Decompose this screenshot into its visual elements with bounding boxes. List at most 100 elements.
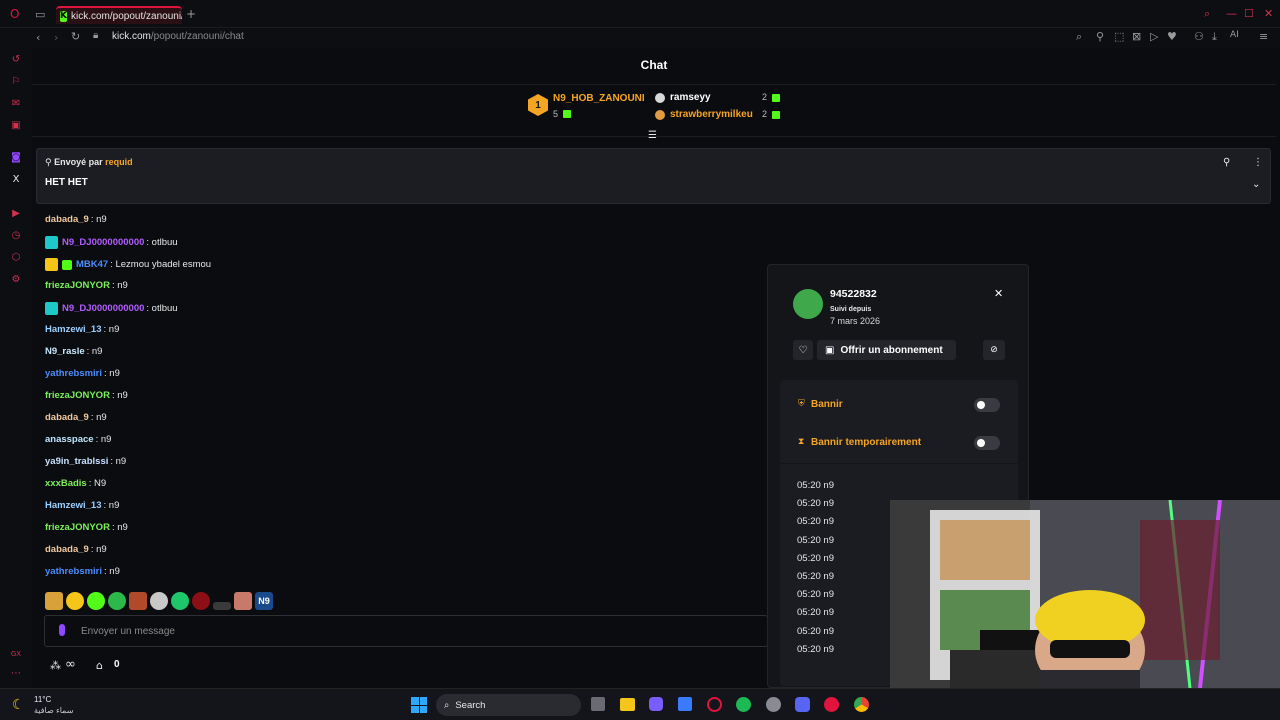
chat-username[interactable]: dabada_9 [45,214,89,225]
adblock-icon[interactable]: ⊠ [1132,31,1141,42]
player-icon[interactable]: ▷ [1150,31,1158,42]
maximize-icon[interactable]: ☐ [1244,8,1254,19]
chat-username[interactable]: Hamzewi_13 [45,500,102,511]
copilot-icon[interactable] [649,697,663,711]
expand-pinned-icon[interactable]: ⌄ [1252,179,1260,190]
spotify-icon[interactable] [736,697,751,712]
extensions-icon[interactable]: ⬡ [10,252,22,264]
emote-icon[interactable] [213,602,231,610]
mute-button[interactable]: ⊘ [983,340,1005,360]
pin-icon[interactable]: ⚲ [1096,31,1104,42]
streamer-webcam [890,500,1280,688]
emote-icon[interactable] [234,592,252,610]
chat-message-text: : otlbuu [146,237,178,248]
menu-icon[interactable]: ≡ [1259,31,1268,42]
user-card-username[interactable]: 94522832 [830,288,877,300]
chat-username[interactable]: friezaJONYOR [45,390,110,401]
file-explorer-icon[interactable] [620,698,635,711]
task-view-icon[interactable] [591,697,605,711]
emote-icon[interactable] [45,592,63,610]
history-icon[interactable]: ↺ [10,54,22,66]
clock-icon[interactable]: ◷ [10,230,22,242]
chat-username[interactable]: N9_rasle [45,346,85,357]
opera-gx-icon[interactable] [707,697,722,712]
store-app-icon[interactable] [678,697,692,711]
heart-icon[interactable]: ♥ [1167,31,1177,42]
start-button[interactable] [411,697,427,713]
chat-username[interactable]: MBK47 [76,259,108,270]
new-tab-button[interactable]: + [186,8,196,20]
chat-username[interactable]: anasspace [45,434,94,445]
url-field[interactable]: kick.com/popout/zanouni/chat [112,31,244,42]
emote-n9[interactable]: N9 [255,592,273,610]
opera-logo-icon[interactable]: O [10,8,19,20]
zoom-icon[interactable]: ⌕ [1076,31,1082,42]
chrome-icon[interactable] [854,697,869,712]
profile-icon[interactable]: ⚇ [1194,31,1204,42]
forward-icon[interactable]: › [54,32,58,43]
settings-app-icon[interactable] [766,697,781,712]
more-icon[interactable]: ⋯ [10,668,22,680]
gx-icon[interactable]: GX [10,648,22,660]
opera-icon[interactable] [824,697,839,712]
emote-icon[interactable] [150,592,168,610]
snapshot-icon[interactable]: ⬚ [1114,31,1124,42]
message-input[interactable] [81,616,761,646]
minimize-icon[interactable]: — [1226,8,1237,19]
chat-message-text: : otlbuu [146,303,178,314]
emote-icon[interactable] [108,592,126,610]
chat-username[interactable]: N9_DJ0000000000 [62,237,144,248]
emote-icon[interactable] [171,592,189,610]
third-gifter-name[interactable]: strawberrymilkeu [670,109,753,120]
ban-toggle[interactable] [974,398,1000,412]
gift-sub-button[interactable]: ▣ Offrir un abonnement [817,340,956,360]
aria-icon[interactable]: ⚐ [10,76,22,88]
chat-username[interactable]: N9_DJ0000000000 [62,303,144,314]
close-card-icon[interactable]: ✕ [994,287,1003,300]
player-sidebar-icon[interactable]: ▶ [10,208,22,220]
chat-username[interactable]: dabada_9 [45,412,89,423]
emote-icon[interactable] [129,592,147,610]
second-gifter-name[interactable]: ramseyy [670,92,711,103]
history-message: 05:20 n9 [797,589,834,601]
emote-icon[interactable] [192,592,210,610]
unpin-icon[interactable]: ⚲ [1223,157,1230,168]
follow-heart-button[interactable]: ♡ [793,340,813,360]
tab-overview-icon[interactable]: ▭ [35,9,45,20]
taskbar-search[interactable]: ⌕ Search [436,694,581,716]
store-icon[interactable]: ⌂ [96,659,103,672]
chat-username[interactable]: yathrebsmiri [45,368,102,379]
chat-username[interactable]: dabada_9 [45,544,89,555]
back-icon[interactable]: ‹ [36,32,40,43]
points-icon[interactable]: ⁂ [50,659,61,672]
chat-username[interactable]: xxxBadis [45,478,87,489]
close-window-icon[interactable]: ✕ [1264,8,1273,19]
chat-username[interactable]: ya9in_trablssi [45,456,108,467]
settings-icon[interactable]: ⚙ [10,274,22,286]
chat-username[interactable]: friezaJONYOR [45,522,110,533]
messenger-icon[interactable]: ✉ [10,98,22,110]
ai-icon[interactable]: AI [1230,31,1239,40]
chat-message-text: : n9 [90,544,107,555]
pinned-by-user[interactable]: requid [105,157,133,167]
chat-username[interactable]: Hamzewi_13 [45,324,102,335]
discord-icon[interactable] [795,697,810,712]
reload-icon[interactable]: ↻ [71,31,80,42]
download-icon[interactable]: ⤓ [1212,31,1217,42]
x-icon[interactable]: X [10,174,22,186]
infinity-icon[interactable]: ∞ [65,657,76,672]
microphone-icon[interactable] [59,624,65,636]
chat-username[interactable]: friezaJONYOR [45,280,110,291]
chat-message-text: : n9 [103,324,120,335]
active-tab[interactable]: K kick.com/popout/zanouni/ [56,6,182,24]
pinned-more-icon[interactable]: ⋮ [1253,157,1263,168]
chat-username[interactable]: yathrebsmiri [45,566,102,577]
top-gifter-name[interactable]: N9_HOB_ZANOUNI [553,93,645,104]
webcam-image [890,500,1280,688]
reader-icon[interactable]: ▣ [10,120,22,132]
emote-icon[interactable] [66,592,84,610]
emote-icon[interactable] [87,592,105,610]
timeout-toggle[interactable] [974,436,1000,450]
twitch-icon[interactable]: ◙ [10,152,22,164]
search-tabs-icon[interactable]: ⌕ [1204,8,1210,19]
